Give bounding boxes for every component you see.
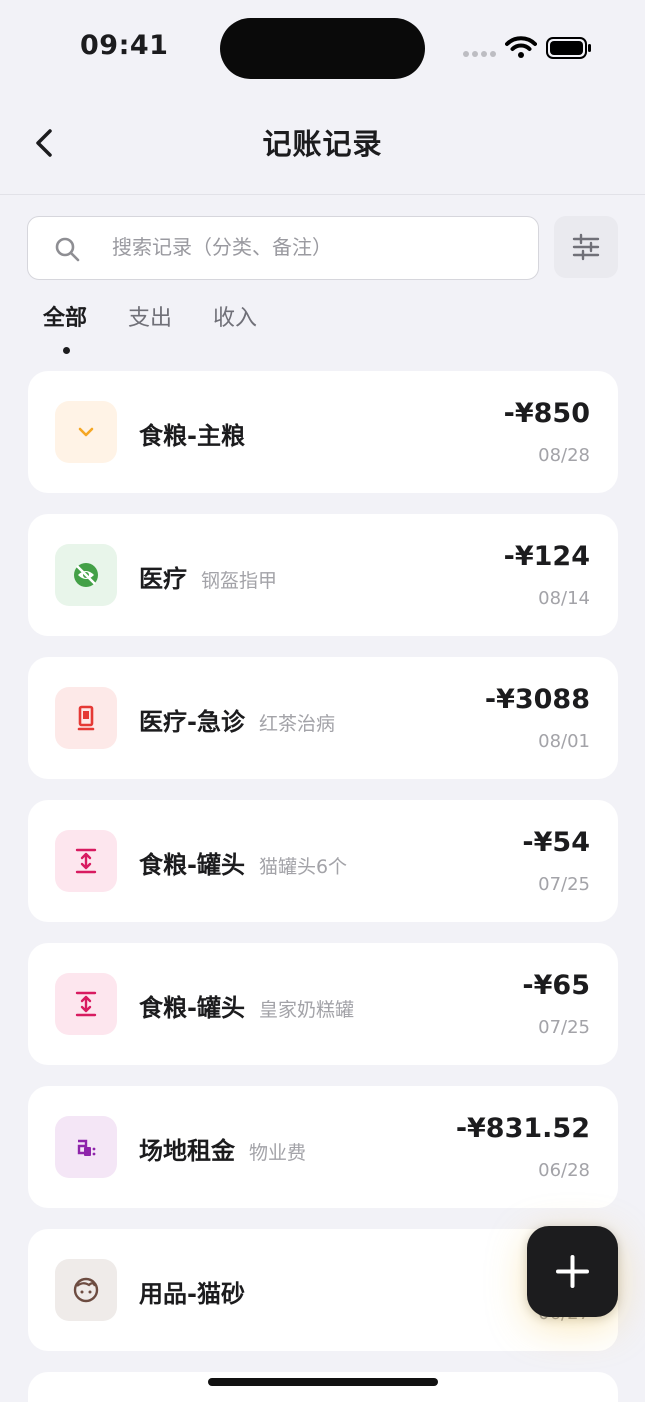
category-icon-box [55,401,117,463]
no-eye-icon [74,563,98,587]
record-card[interactable]: 医疗 钢盔指甲 -¥124 08/14 [28,514,618,636]
record-card[interactable]: 医疗-急诊 红茶治病 -¥3088 08/01 [28,657,618,779]
record-category: 食粮-主粮 [139,416,245,451]
page-title: 记账记录 [262,127,383,161]
add-record-button[interactable] [527,1226,618,1317]
record-note: 红茶治病 [258,713,335,735]
record-category-label: 食粮-主粮 [139,422,245,450]
cat-face-icon [73,1277,99,1303]
status-time: 09:41 [80,30,169,61]
cellular-signal-icon [463,51,496,57]
record-category: 医疗 钢盔指甲 [139,559,277,594]
record-amount: -¥65 [522,970,590,1001]
record-note: 皇家奶糕罐 [258,999,354,1021]
record-date: 08/01 [538,731,590,752]
record-category-label: 用品-猫砂 [139,1280,245,1308]
record-card[interactable]: 食粮-罐头 猫罐头6个 -¥54 07/25 [28,800,618,922]
category-icon-box [55,687,117,749]
record-date: 07/25 [538,1017,590,1038]
dynamic-island [220,18,425,79]
vertical-align-icon [75,848,97,874]
record-amount: -¥850 [503,398,590,429]
active-tab-indicator [63,347,70,354]
record-amount: -¥124 [503,541,590,572]
record-category-label: 场地租金 [139,1137,235,1165]
record-date: 08/14 [538,588,590,609]
battery-icon [546,37,591,59]
record-note: 物业费 [249,1142,307,1164]
record-category-label: 食粮-罐头 [139,994,245,1022]
plus-icon [556,1255,589,1288]
record-category-label: 医疗-急诊 [139,708,245,736]
record-category: 医疗-急诊 红茶治病 [139,702,335,737]
record-category: 食粮-罐头 猫罐头6个 [139,845,347,880]
filter-button[interactable] [554,216,618,278]
record-category-label: 医疗 [139,565,187,593]
search-icon [55,237,80,262]
home-indicator [208,1378,438,1386]
category-icon-box [55,973,117,1035]
record-amount: -¥54 [522,827,590,858]
chevron-down-icon [78,427,94,437]
category-icon-box [55,1116,117,1178]
record-date: 08/28 [538,445,590,466]
category-icon-box [55,544,117,606]
record-card[interactable]: 场地租金 物业费 -¥831.52 06/28 [28,1086,618,1208]
record-note: 猫罐头6个 [258,856,348,878]
record-amount: -¥831.52 [455,1113,590,1144]
phone-icon [77,705,95,731]
plug-icon [77,1139,96,1156]
record-category-label: 食粮-罐头 [139,851,245,879]
status-bar: 09:41 [0,0,645,95]
vertical-align-icon [75,991,97,1017]
tab-income[interactable]: 收入 [213,300,257,332]
record-card[interactable] [28,1372,618,1402]
record-note: 钢盔指甲 [201,570,278,592]
tab-expense[interactable]: 支出 [128,300,172,332]
wifi-icon [505,36,537,58]
record-date: 06/28 [538,1160,590,1181]
navigation-bar: 记账记录 [0,95,645,195]
record-card[interactable]: 食粮-罐头 皇家奶糕罐 -¥65 07/25 [28,943,618,1065]
category-icon-box [55,830,117,892]
record-amount: -¥3088 [484,684,590,715]
search-bar [27,216,539,280]
record-card[interactable]: 食粮-主粮 -¥850 08/28 [28,371,618,493]
category-icon-box [55,1259,117,1321]
record-date: 07/25 [538,874,590,895]
search-input[interactable] [112,227,522,267]
record-category: 用品-猫砂 [139,1274,245,1309]
record-category: 场地租金 物业费 [139,1131,306,1166]
tab-all[interactable]: 全部 [43,300,87,332]
record-category: 食粮-罐头 皇家奶糕罐 [139,988,354,1023]
sliders-icon [572,233,600,261]
